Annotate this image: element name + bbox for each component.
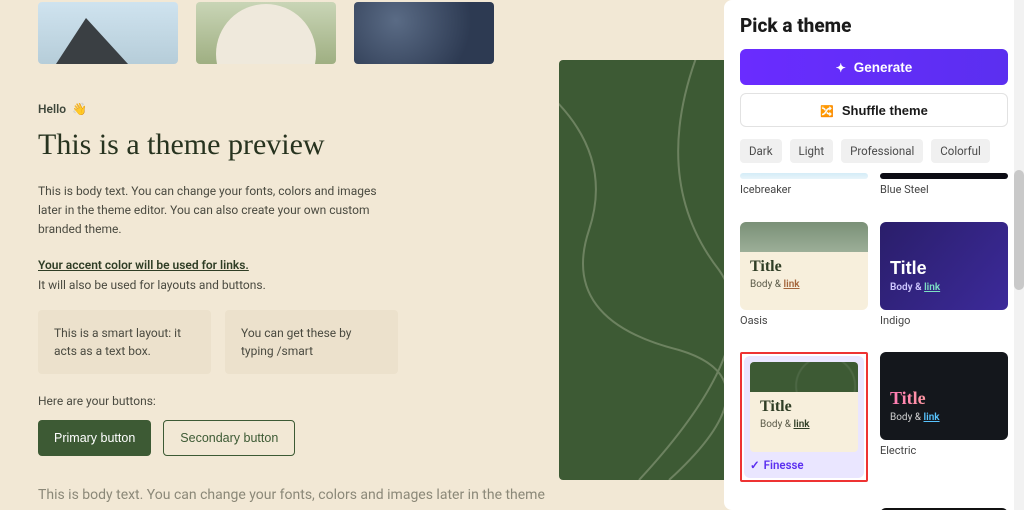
wave-icon: 👋	[72, 102, 87, 116]
theme-name-icebreaker: Icebreaker	[740, 183, 868, 196]
preview-body-text: This is body text. You can change your f…	[38, 182, 398, 240]
shuffle-icon	[820, 103, 834, 118]
theme-card-electric[interactable]: Title Body & link	[880, 352, 1008, 440]
decorative-green-panel	[559, 60, 724, 480]
indigo-title: Title	[890, 258, 998, 279]
accent-link-note[interactable]: Your accent color will be used for links…	[38, 258, 398, 272]
electric-body: Body &	[890, 412, 924, 423]
theme-name-electric: Electric	[880, 444, 1008, 457]
finesse-link: link	[794, 419, 810, 430]
indigo-link: link	[924, 282, 940, 293]
buttons-label: Here are your buttons:	[38, 394, 398, 408]
smart-layout-box-2: You can get these by typing /smart	[225, 310, 398, 374]
accent-sub-text: It will also be used for layouts and but…	[38, 278, 398, 292]
check-icon	[750, 458, 760, 472]
faded-body-text: This is body text. You can change your f…	[38, 484, 558, 510]
scrollbar-thumb[interactable]	[1014, 170, 1024, 290]
indigo-body: Body &	[890, 282, 924, 293]
panel-title: Pick a theme	[740, 14, 1008, 37]
preview-title: This is a theme preview	[38, 128, 398, 162]
finesse-body: Body &	[760, 419, 794, 430]
theme-card-finesse-highlight: Title Body & link Finesse	[740, 352, 868, 482]
chip-professional[interactable]: Professional	[841, 139, 923, 163]
chip-colorful[interactable]: Colorful	[931, 139, 990, 163]
generate-button[interactable]: Generate	[740, 49, 1008, 85]
chip-dark[interactable]: Dark	[740, 139, 782, 163]
theme-card-indigo[interactable]: Title Body & link	[880, 222, 1008, 310]
theme-picker-panel: Pick a theme Generate Shuffle theme Dark…	[724, 0, 1024, 510]
electric-title: Title	[890, 388, 998, 409]
finesse-title: Title	[760, 398, 848, 416]
smart-layout-box-1: This is a smart layout: it acts as a tex…	[38, 310, 211, 374]
theme-card-icebreaker[interactable]	[740, 173, 868, 179]
theme-name-bluesteel: Blue Steel	[880, 183, 1008, 196]
preview-image-dome	[196, 2, 336, 64]
preview-image-stars	[354, 2, 494, 64]
sparkle-icon	[836, 60, 846, 75]
secondary-button[interactable]: Secondary button	[163, 420, 295, 456]
theme-name-oasis: Oasis	[740, 314, 868, 327]
theme-card-oasis[interactable]: Title Body & link	[740, 222, 868, 310]
theme-card-finesse[interactable]: Title Body & link	[750, 362, 858, 452]
chip-light[interactable]: Light	[790, 139, 834, 163]
oasis-title: Title	[750, 258, 858, 276]
oasis-body: Body &	[750, 279, 784, 290]
generate-label: Generate	[854, 60, 913, 75]
theme-card-bluesteel[interactable]	[880, 173, 1008, 179]
oasis-link: link	[784, 279, 800, 290]
theme-preview-panel: Hello 👋 This is a theme preview This is …	[0, 0, 724, 510]
shuffle-label: Shuffle theme	[842, 103, 928, 118]
scrollbar-track[interactable]	[1014, 0, 1024, 510]
preview-image-row	[38, 0, 686, 64]
eyebrow-text: Hello 👋	[38, 102, 398, 116]
eyebrow-label: Hello	[38, 102, 66, 116]
preview-image-mountain	[38, 2, 178, 64]
shuffle-button[interactable]: Shuffle theme	[740, 93, 1008, 127]
electric-link: link	[924, 412, 940, 423]
filter-chip-row: Dark Light Professional Colorful	[740, 139, 1008, 163]
abstract-lines-svg	[559, 60, 724, 480]
theme-name-finesse: Finesse	[750, 458, 858, 472]
theme-name-indigo: Indigo	[880, 314, 1008, 327]
primary-button[interactable]: Primary button	[38, 420, 151, 456]
